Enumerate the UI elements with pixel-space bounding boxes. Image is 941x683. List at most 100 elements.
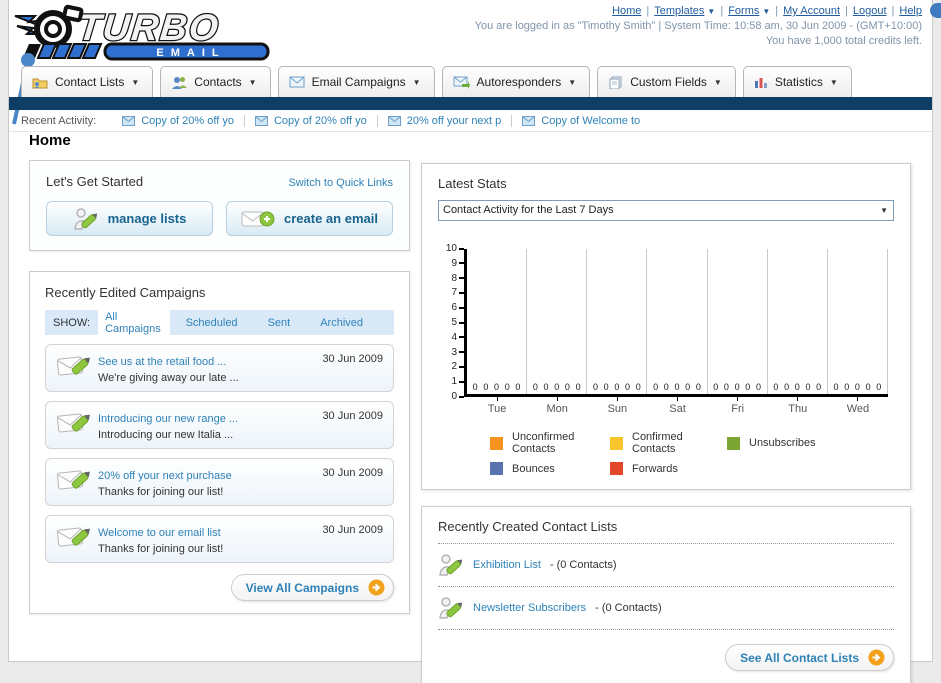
envelope-pencil-icon [56, 521, 98, 556]
campaign-date: 30 Jun 2009 [322, 410, 383, 422]
person-pencil-icon [439, 597, 463, 619]
help-bubble-icon[interactable] [930, 3, 941, 18]
tab-statistics[interactable]: Statistics ▼ [742, 66, 852, 97]
nav-link-forms[interactable]: Forms [728, 5, 759, 17]
statistics-icon [754, 76, 768, 89]
chevron-down-icon: ▼ [248, 77, 257, 87]
contact-list-row[interactable]: Exhibition List - (0 Contacts) [438, 553, 894, 577]
campaign-date: 30 Jun 2009 [322, 353, 383, 365]
application-window: EMAIL TURBO Home | Templates ▼ | Forms ▼ | My Ac… [0, 0, 941, 683]
envelope-plus-icon [241, 211, 275, 226]
contact-activity-chart: 10 9 8 7 6 5 4 3 2 1 0 000000000000000000000000000… [438, 243, 894, 402]
campaign-row[interactable]: See us at the retail food ... We're givi… [45, 344, 394, 392]
left-column: Let's Get Started Switch to Quick Links … [29, 160, 410, 614]
filter-archived[interactable]: Archived [313, 314, 370, 332]
campaign-date: 30 Jun 2009 [322, 524, 383, 536]
legend-item: Unconfirmed Contacts [490, 431, 610, 455]
chart-x-tick: Fri [708, 397, 768, 415]
contact-list-detail: - (0 Contacts) [549, 559, 617, 571]
envelope-icon [387, 115, 401, 126]
header-utility: Home | Templates ▼ | Forms ▼ | My Account | Logout… [475, 5, 922, 47]
nav-link-help[interactable]: Help [899, 5, 922, 17]
chart-group: 00000 [467, 249, 528, 394]
nav-link-home[interactable]: Home [612, 5, 641, 17]
create-email-button[interactable]: create an email [226, 201, 393, 236]
switch-quick-links[interactable]: Switch to Quick Links [288, 177, 393, 189]
tab-autoresponders[interactable]: Autoresponders ▼ [441, 66, 591, 97]
chart-x-tick: Wed [828, 397, 888, 415]
campaign-subtitle: Introducing our new Italia ... [98, 428, 234, 441]
tab-label: Statistics [774, 75, 823, 89]
contact-lists-title: Recently Created Contact Lists [438, 519, 618, 534]
see-all-contact-lists-button[interactable]: See All Contact Lists [725, 644, 894, 671]
contact-list-row[interactable]: Newsletter Subscribers - (0 Contacts) [438, 596, 894, 620]
campaign-row[interactable]: 20% off your next purchase Thanks for jo… [45, 458, 394, 506]
legend-swatch [610, 462, 623, 475]
legend-item: Unsubscribes [727, 431, 894, 455]
contact-lists-icon [32, 76, 48, 89]
chart-y-labels: 10 9 8 7 6 5 4 3 2 1 0 [438, 243, 464, 402]
recent-activity-item[interactable]: 20% off your next p [378, 114, 513, 127]
chevron-down-icon: ▼ [762, 7, 771, 16]
campaign-row[interactable]: Introducing our new range ... Introducin… [45, 401, 394, 449]
filter-all-campaigns[interactable]: All Campaigns [98, 307, 170, 338]
person-pencil-icon [73, 207, 97, 230]
latest-stats-title: Latest Stats [438, 176, 507, 191]
divider [438, 586, 894, 587]
nav-link-templates[interactable]: Templates [654, 5, 704, 17]
chart-group: 00000 [828, 249, 888, 394]
tab-label: Custom Fields [630, 75, 707, 89]
chart-x-labels: Tue Mon Sun Sat Fri Thu Wed [467, 397, 894, 415]
arrow-circle-icon [368, 579, 385, 596]
latest-stats-panel: Latest Stats Contact Activity for the La… [421, 163, 911, 490]
chart-x-tick: Mon [527, 397, 587, 415]
autoresponders-icon [453, 76, 470, 89]
top-nav: Home | Templates ▼ | Forms ▼ | My Account | Logout… [612, 5, 922, 17]
stats-dropdown[interactable]: Contact Activity for the Last 7 Days ▼ [438, 200, 894, 221]
campaign-filters: SHOW: All Campaigns Scheduled Sent Archi… [45, 307, 394, 338]
filter-sent[interactable]: Sent [261, 314, 298, 332]
filter-scheduled[interactable]: Scheduled [179, 314, 245, 332]
envelope-pencil-icon [56, 407, 98, 442]
campaign-row[interactable]: Welcome to our email list Thanks for joi… [45, 515, 394, 563]
tab-label: Contacts [194, 75, 242, 89]
recent-activity-item[interactable]: Copy of Welcome to [512, 115, 650, 127]
divider [438, 629, 894, 630]
login-info: You are logged in as "Timothy Smith" | S… [474, 20, 922, 32]
logo-subtitle: EMAIL [156, 47, 225, 59]
view-all-campaigns-button[interactable]: View All Campaigns [230, 574, 394, 601]
legend-item: Forwards [610, 462, 727, 475]
get-started-title: Let's Get Started [46, 174, 144, 189]
arrow-circle-icon [868, 649, 885, 666]
contact-list-link: Newsletter Subscribers [473, 602, 587, 614]
chart-legend: Unconfirmed Contacts Confirmed Contacts … [490, 431, 894, 475]
tab-contacts[interactable]: Contacts ▼ [160, 66, 271, 97]
chart-group: 00000 [768, 249, 828, 394]
recent-activity-item[interactable]: Copy of 20% off yo [245, 114, 378, 127]
campaign-date: 30 Jun 2009 [322, 467, 383, 479]
envelope-pencil-icon [56, 464, 98, 499]
recent-activity-label: Recent Activity: [21, 114, 97, 127]
nav-link-my-account[interactable]: My Account [783, 5, 840, 17]
email-campaigns-icon [289, 76, 305, 88]
chart-x-tick: Tue [467, 397, 527, 415]
main-nav-tabs: Contact Lists ▼ Contacts ▼ Email Campaig… [21, 66, 852, 97]
nav-link-logout[interactable]: Logout [853, 5, 887, 17]
chart-group: 00000 [527, 249, 588, 394]
tab-contact-lists[interactable]: Contact Lists ▼ [21, 66, 154, 97]
logo-title: TURBO [76, 6, 222, 48]
page-container: EMAIL TURBO Home | Templates ▼ | Forms ▼ | My Ac… [8, 0, 933, 683]
campaigns-panel: Recently Edited Campaigns SHOW: All Camp… [29, 271, 410, 614]
chevron-down-icon: ▼ [707, 7, 716, 16]
manage-lists-button[interactable]: manage lists [46, 201, 213, 236]
tab-label: Contact Lists [55, 75, 125, 89]
tab-custom-fields[interactable]: Custom Fields ▼ [597, 66, 736, 97]
tab-email-campaigns[interactable]: Email Campaigns ▼ [277, 66, 435, 97]
campaign-subtitle: Thanks for joining our list! [98, 542, 224, 555]
chevron-down-icon: ▼ [713, 77, 722, 87]
legend-item: Confirmed Contacts [610, 431, 727, 455]
recent-activity-item[interactable]: Copy of 20% off yo [112, 114, 245, 127]
campaign-title-link: Welcome to our email list [98, 526, 221, 539]
tab-label: Email Campaigns [311, 75, 406, 89]
legend-item: Bounces [490, 462, 610, 475]
